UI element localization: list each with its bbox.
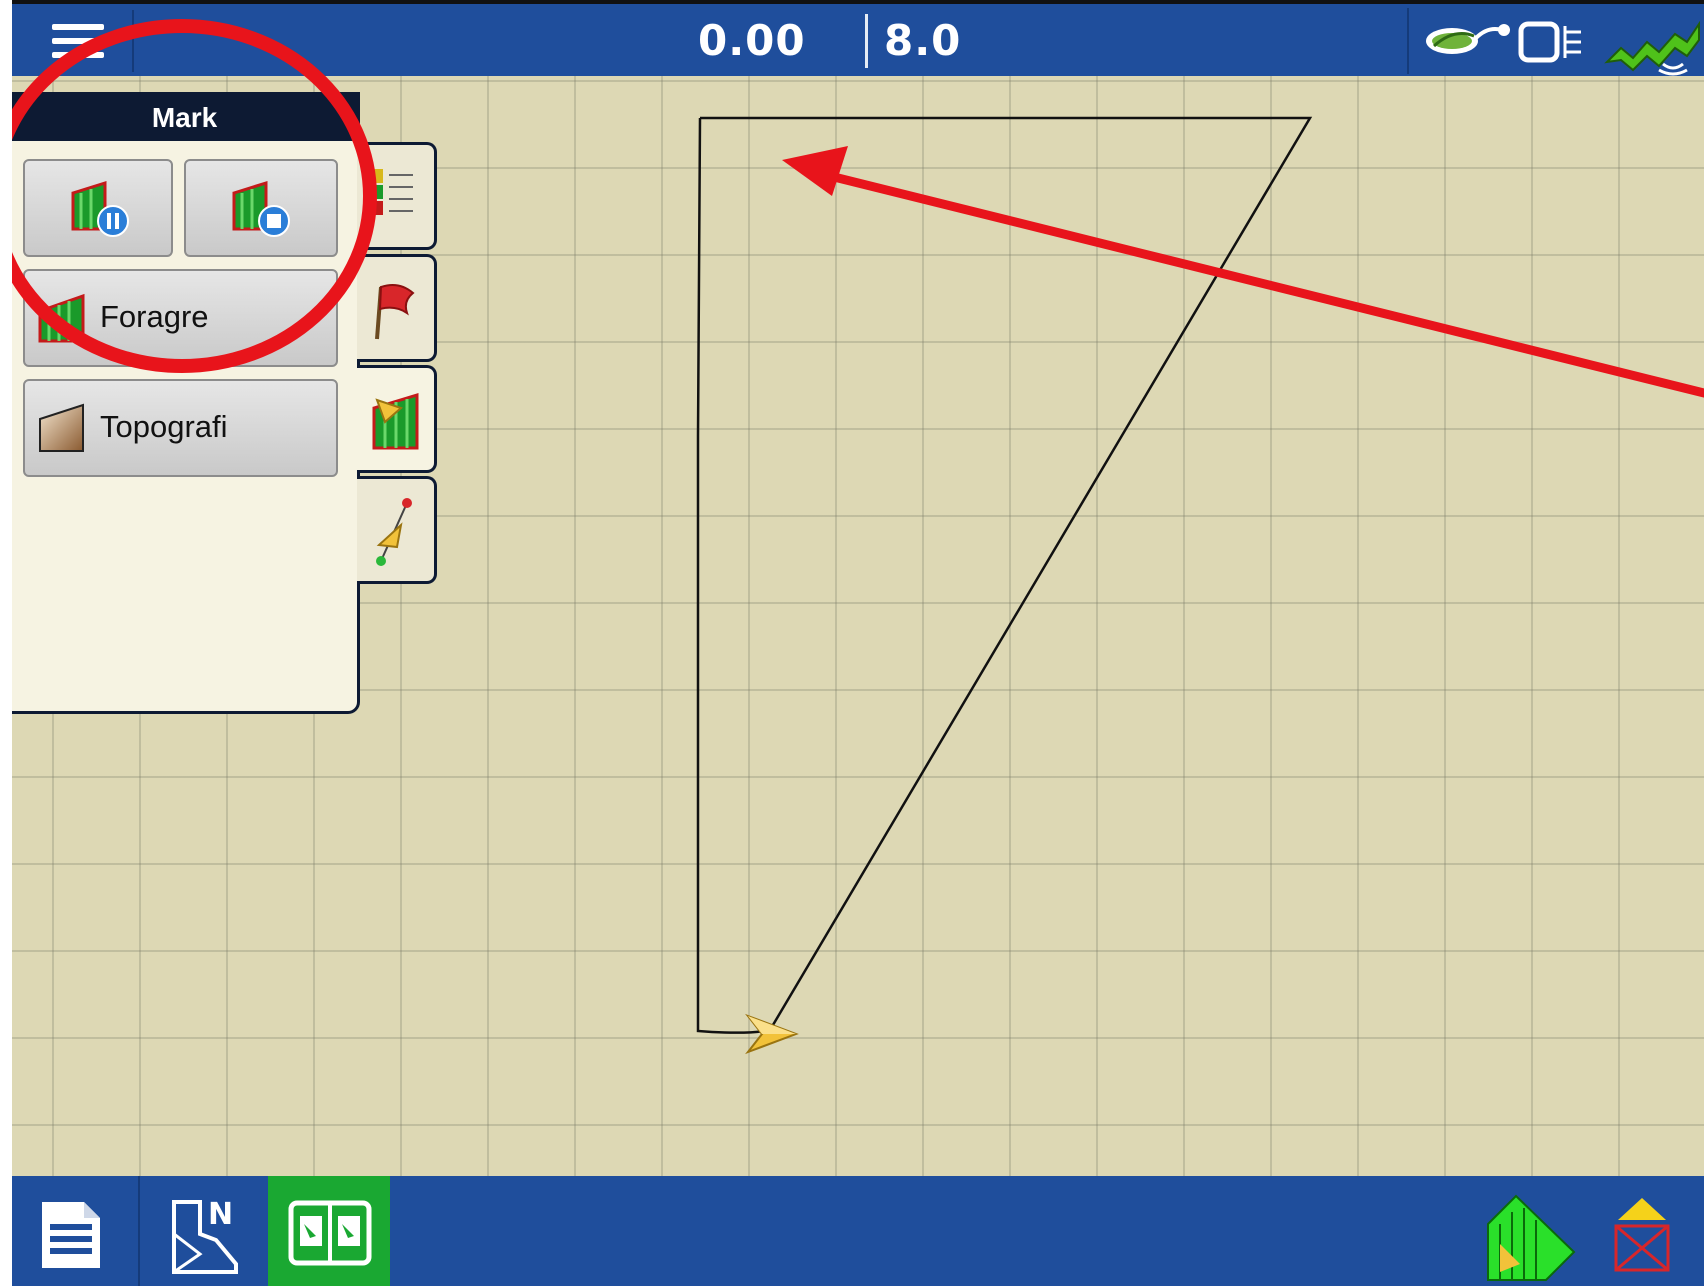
- highlight-circle: [12, 19, 377, 373]
- pointer-arrow-head: [782, 146, 848, 196]
- pointer-arrow-shaft: [820, 169, 1704, 398]
- screen: 0.00 8.0 Mark Foragre Topografi N: [12, 0, 1704, 1286]
- annotation-overlay: [12, 19, 1704, 398]
